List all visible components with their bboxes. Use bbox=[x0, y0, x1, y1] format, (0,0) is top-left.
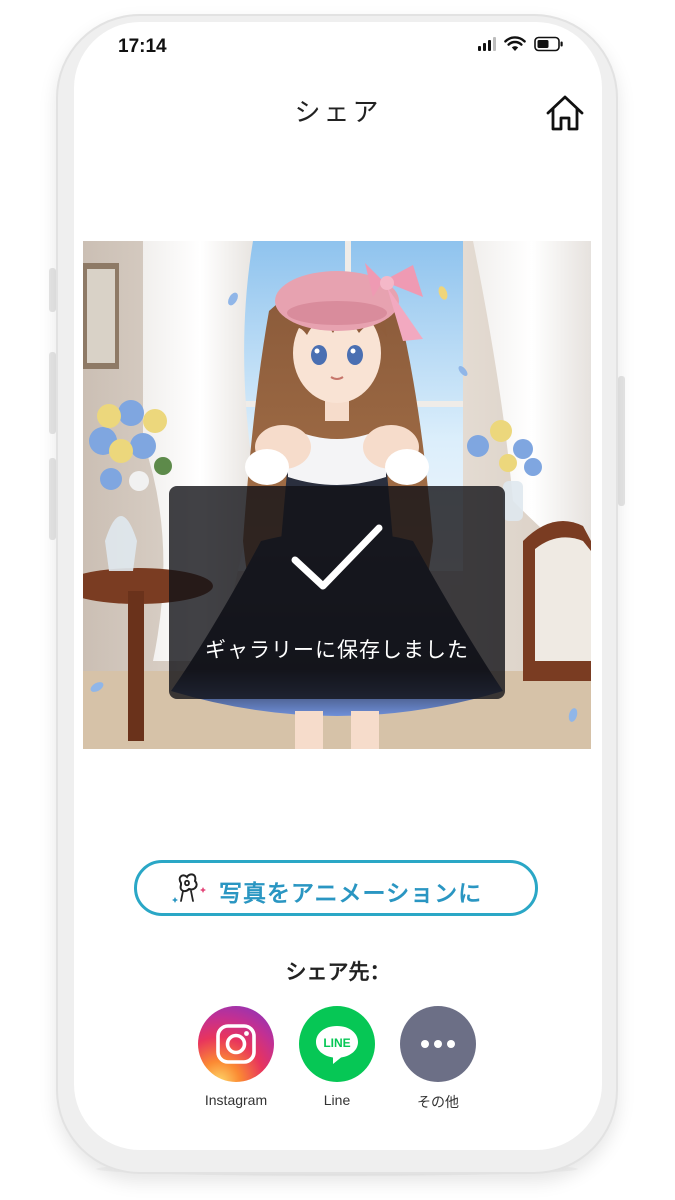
ellipsis-glyph bbox=[421, 1040, 455, 1048]
animate-photo-label: 写真をアニメーションに bbox=[219, 881, 483, 907]
line-badge-text: LINE bbox=[323, 1036, 350, 1050]
wifi-icon bbox=[504, 36, 526, 51]
line-icon: LINE bbox=[299, 1006, 375, 1082]
share-label-instagram: Instagram bbox=[204, 1092, 268, 1108]
share-instagram-button[interactable]: Instagram bbox=[191, 1006, 281, 1116]
toast-message: ギャラリーに保存しました bbox=[205, 638, 469, 662]
status-icons bbox=[478, 36, 564, 52]
home-button[interactable] bbox=[544, 92, 586, 134]
animate-photo-button[interactable]: 写真をアニメーションに bbox=[134, 860, 538, 916]
screenshot-canvas: 17:14 シェア ギャラリーに保存しました 写真をアニメーションに シェア先：… bbox=[0, 0, 675, 1200]
checkmark-icon bbox=[291, 524, 383, 590]
power-button bbox=[618, 376, 625, 506]
mute-switch bbox=[49, 268, 56, 312]
share-heading: シェア先： bbox=[285, 960, 391, 984]
volume-up-button bbox=[49, 352, 56, 434]
share-label-line: Line bbox=[323, 1092, 351, 1108]
battery-icon bbox=[534, 36, 563, 52]
volume-down-button bbox=[49, 458, 56, 540]
share-label-more: その他 bbox=[417, 1094, 459, 1110]
page-title: シェア bbox=[294, 98, 382, 128]
status-time: 17:14 bbox=[118, 36, 167, 57]
more-icon bbox=[400, 1006, 476, 1082]
share-line-button[interactable]: LINE Line bbox=[292, 1006, 382, 1116]
share-more-button[interactable]: その他 bbox=[393, 1006, 483, 1116]
home-icon bbox=[546, 95, 584, 131]
instagram-glyph bbox=[216, 1024, 256, 1064]
saved-toast: ギャラリーに保存しました bbox=[169, 486, 505, 699]
instagram-icon bbox=[198, 1006, 274, 1082]
line-glyph: LINE bbox=[316, 1026, 358, 1064]
animation-sparkle-icon bbox=[172, 873, 206, 903]
phone-screen: 17:14 シェア ギャラリーに保存しました 写真をアニメーションに シェア先：… bbox=[74, 22, 602, 1150]
cellular-signal-icon bbox=[478, 37, 496, 51]
